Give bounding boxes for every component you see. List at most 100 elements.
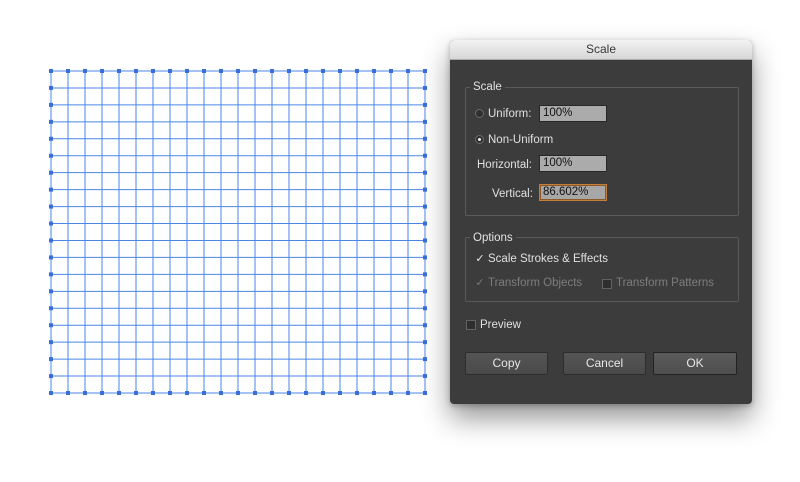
anchor-point-handle[interactable] — [49, 85, 53, 90]
non-uniform-radio[interactable] — [475, 135, 484, 144]
anchor-point-handle[interactable] — [66, 391, 70, 395]
anchor-point-handle[interactable] — [423, 69, 427, 73]
uniform-radio[interactable] — [475, 109, 484, 118]
anchor-point-handle[interactable] — [423, 340, 427, 345]
anchor-point-handle[interactable] — [236, 391, 240, 395]
anchor-point-handle[interactable] — [423, 374, 427, 379]
anchor-point-handle[interactable] — [270, 391, 274, 395]
anchor-point-handle[interactable] — [117, 391, 121, 395]
anchor-point-handle[interactable] — [49, 153, 53, 158]
vertical-input[interactable]: 86.602% — [539, 184, 607, 201]
anchor-point-handle[interactable] — [321, 69, 325, 73]
anchor-point-handle[interactable] — [423, 204, 427, 209]
anchor-point-handle[interactable] — [202, 69, 206, 73]
uniform-input[interactable]: 100% — [539, 105, 607, 122]
anchor-point-handle[interactable] — [423, 272, 427, 277]
anchor-point-handle[interactable] — [49, 323, 53, 328]
anchor-point-handle[interactable] — [49, 391, 53, 395]
anchor-point-handle[interactable] — [423, 102, 427, 107]
anchor-point-handle[interactable] — [219, 391, 223, 395]
anchor-point-handle[interactable] — [49, 170, 53, 175]
anchor-point-handle[interactable] — [219, 69, 223, 73]
anchor-point-handle[interactable] — [83, 69, 87, 73]
dialog-title-bar[interactable]: Scale — [450, 40, 752, 60]
anchor-point-handle[interactable] — [253, 69, 257, 73]
anchor-point-handle[interactable] — [287, 69, 291, 73]
anchor-point-handle[interactable] — [49, 136, 53, 141]
ok-button[interactable]: OK — [653, 352, 737, 375]
anchor-point-handle[interactable] — [151, 69, 155, 73]
anchor-point-handle[interactable] — [134, 69, 138, 73]
anchor-point-handle[interactable] — [49, 357, 53, 362]
transform-objects-label: Transform Objects — [488, 277, 583, 289]
anchor-point-handle[interactable] — [185, 391, 189, 395]
anchor-point-handle[interactable] — [49, 102, 53, 107]
anchor-point-handle[interactable] — [423, 255, 427, 260]
anchor-point-handle[interactable] — [423, 187, 427, 192]
anchor-point-handle[interactable] — [49, 289, 53, 294]
anchor-point-handle[interactable] — [49, 306, 53, 311]
vertical-label: Vertical: — [492, 188, 533, 200]
anchor-point-handle[interactable] — [49, 119, 53, 124]
non-uniform-label: Non-Uniform — [488, 134, 554, 146]
anchor-point-handle[interactable] — [100, 69, 104, 73]
anchor-point-handle[interactable] — [389, 391, 393, 395]
anchor-point-handle[interactable] — [49, 69, 53, 73]
anchor-point-handle[interactable] — [66, 69, 70, 73]
scale-strokes-checkbox[interactable]: ✓ — [475, 254, 485, 265]
anchor-point-handle[interactable] — [49, 272, 53, 277]
anchor-point-handle[interactable] — [423, 136, 427, 141]
transform-patterns-checkbox[interactable] — [602, 279, 612, 289]
cancel-button[interactable]: Cancel — [563, 352, 646, 375]
anchor-point-handle[interactable] — [287, 391, 291, 395]
anchor-point-handle[interactable] — [406, 69, 410, 73]
anchor-point-handle[interactable] — [338, 69, 342, 73]
anchor-point-handle[interactable] — [338, 391, 342, 395]
anchor-point-handle[interactable] — [423, 323, 427, 328]
anchor-point-handle[interactable] — [372, 69, 376, 73]
anchor-point-handle[interactable] — [423, 170, 427, 175]
anchor-point-handle[interactable] — [49, 340, 53, 345]
anchor-point-handle[interactable] — [236, 69, 240, 73]
anchor-point-handle[interactable] — [117, 69, 121, 73]
anchor-point-handle[interactable] — [134, 391, 138, 395]
anchor-point-handle[interactable] — [423, 391, 427, 395]
anchor-point-handle[interactable] — [49, 187, 53, 192]
preview-checkbox[interactable] — [466, 320, 476, 330]
anchor-point-handle[interactable] — [83, 391, 87, 395]
anchor-point-handle[interactable] — [389, 69, 393, 73]
anchor-point-handle[interactable] — [304, 69, 308, 73]
anchor-point-handle[interactable] — [100, 391, 104, 395]
anchor-point-handle[interactable] — [168, 69, 172, 73]
transform-objects-checkbox[interactable]: ✓ — [475, 278, 485, 289]
anchor-point-handle[interactable] — [321, 391, 325, 395]
anchor-point-handle[interactable] — [423, 289, 427, 294]
scale-strokes-label: Scale Strokes & Effects — [488, 253, 608, 265]
anchor-point-handle[interactable] — [423, 153, 427, 158]
anchor-point-handle[interactable] — [423, 221, 427, 226]
anchor-point-handle[interactable] — [49, 221, 53, 226]
anchor-point-handle[interactable] — [423, 357, 427, 362]
anchor-point-handle[interactable] — [423, 306, 427, 311]
grid-artwork[interactable] — [48, 68, 428, 396]
anchor-point-handle[interactable] — [49, 374, 53, 379]
anchor-point-handle[interactable] — [270, 69, 274, 73]
anchor-point-handle[interactable] — [151, 391, 155, 395]
anchor-point-handle[interactable] — [49, 238, 53, 243]
anchor-point-handle[interactable] — [372, 391, 376, 395]
anchor-point-handle[interactable] — [253, 391, 257, 395]
horizontal-input[interactable]: 100% — [539, 155, 607, 172]
anchor-point-handle[interactable] — [423, 119, 427, 124]
anchor-point-handle[interactable] — [423, 238, 427, 243]
anchor-point-handle[interactable] — [185, 69, 189, 73]
anchor-point-handle[interactable] — [49, 255, 53, 260]
anchor-point-handle[interactable] — [304, 391, 308, 395]
anchor-point-handle[interactable] — [355, 391, 359, 395]
anchor-point-handle[interactable] — [202, 391, 206, 395]
anchor-point-handle[interactable] — [355, 69, 359, 73]
copy-button[interactable]: Copy — [465, 352, 548, 375]
anchor-point-handle[interactable] — [406, 391, 410, 395]
anchor-point-handle[interactable] — [168, 391, 172, 395]
anchor-point-handle[interactable] — [423, 85, 427, 90]
anchor-point-handle[interactable] — [49, 204, 53, 209]
